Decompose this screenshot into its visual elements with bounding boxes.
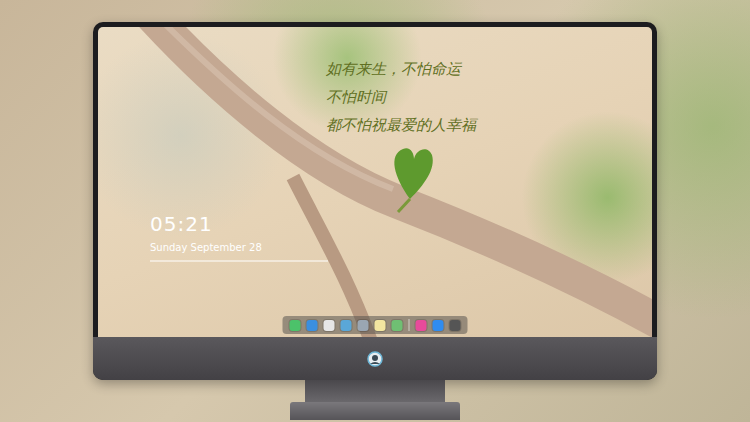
dock xyxy=(283,316,468,334)
dock-app-icon[interactable] xyxy=(341,320,352,331)
logo-icon xyxy=(367,351,383,367)
caption-line: 如有来生，不怕命运 xyxy=(326,55,476,83)
dock-app-icon[interactable] xyxy=(358,320,369,331)
wallpaper-caption: 如有来生，不怕命运不怕时间都不怕祝最爱的人幸福 xyxy=(326,55,476,139)
monitor-foot xyxy=(290,402,460,420)
clock-subline xyxy=(150,260,328,262)
monitor: 如有来生，不怕命运不怕时间都不怕祝最爱的人幸福 05:21 Sunday Septe… xyxy=(93,22,657,422)
dock-divider xyxy=(409,319,410,331)
monitor-bezel: 如有来生，不怕命运不怕时间都不怕祝最爱的人幸福 05:21 Sunday Septe… xyxy=(93,22,657,380)
dock-app-icon[interactable] xyxy=(290,320,301,331)
caption-line: 都不怕祝最爱的人幸福 xyxy=(326,111,476,139)
dock-app-icon[interactable] xyxy=(392,320,403,331)
dock-app-icon[interactable] xyxy=(307,320,318,331)
dock-app-icon[interactable] xyxy=(416,320,427,331)
dock-app-icon[interactable] xyxy=(433,320,444,331)
monitor-chin xyxy=(93,337,657,380)
caption-line: 不怕时间 xyxy=(326,83,476,111)
clock-time: 05:21 xyxy=(150,211,328,237)
desktop-screen: 如有来生，不怕命运不怕时间都不怕祝最爱的人幸福 05:21 Sunday Septe… xyxy=(98,27,652,337)
dock-app-icon[interactable] xyxy=(324,320,335,331)
clock-widget: 05:21 Sunday September 28 xyxy=(150,211,328,262)
monitor-stand xyxy=(305,380,445,402)
page: 如有来生，不怕命运不怕时间都不怕祝最爱的人幸福 05:21 Sunday Septe… xyxy=(0,0,750,422)
clock-date: Sunday September 28 xyxy=(150,241,328,255)
dock-app-icon[interactable] xyxy=(450,320,461,331)
dock-app-icon[interactable] xyxy=(375,320,386,331)
